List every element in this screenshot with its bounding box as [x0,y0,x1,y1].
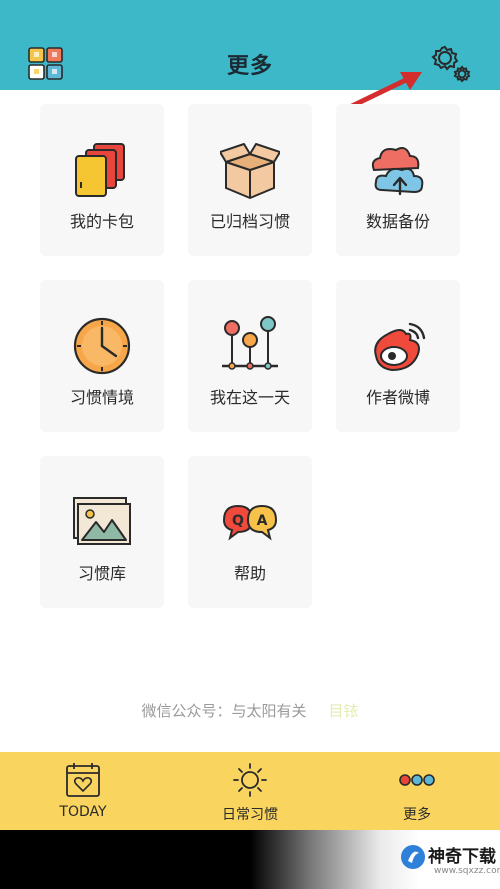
tab-label: 日常习惯 [222,807,278,823]
tile-habit-context[interactable]: 习惯情境 [40,280,164,432]
weibo-icon [374,322,426,372]
page-title: 更多 [226,54,273,79]
settings-button[interactable] [430,44,472,84]
faded-text: 目铱 [328,702,359,720]
more-dots-icon [399,774,435,786]
watermark-name: 神奇下载 [428,847,496,867]
tile-on-this-day[interactable]: 我在这一天 [188,280,312,432]
svg-text:Q: Q [232,513,244,529]
watermark-url: www.sqxzz.com [434,866,500,876]
tile-label: 作者微博 [365,388,430,407]
tile-label: 习惯库 [77,564,126,583]
tab-today[interactable]: TODAY [0,752,166,830]
tile-archived-habits[interactable]: 已归档习惯 [188,104,312,256]
clock-icon [73,317,131,375]
card-wallet-icon [75,143,125,197]
tile-habit-library[interactable]: 习惯库 [40,456,164,608]
tab-more[interactable]: 更多 [334,752,500,830]
tile-label: 我在这一天 [209,388,290,407]
tile-data-backup[interactable]: 数据备份 [336,104,460,256]
svg-text:A: A [257,513,268,529]
cloud-backup-icon [371,147,424,196]
tile-label: 习惯情境 [69,388,134,407]
timeline-pins-icon [222,316,278,370]
tab-label: 更多 [403,807,431,823]
tab-label: TODAY [59,804,107,820]
tab-daily-habits[interactable]: 日常习惯 [167,752,333,830]
bottom-tab-bar: TODAY 日常习惯 更多 [0,752,500,830]
watermark: 神奇下载 www.sqxzz.com [398,836,500,884]
calendar-heart-icon [66,763,100,797]
qa-bubbles-icon: Q A [222,504,278,541]
tile-card-wallet[interactable]: 我的卡包 [40,104,164,256]
tile-author-weibo[interactable]: 作者微博 [336,280,460,432]
sun-icon [233,763,267,797]
tile-help[interactable]: Q A 帮助 [188,456,312,608]
archive-box-icon [220,143,280,199]
picture-gallery-icon [73,497,131,545]
tile-label: 帮助 [233,564,266,583]
tile-label: 我的卡包 [69,212,134,231]
watermark-logo-icon [401,845,425,869]
tile-label: 数据备份 [365,212,430,231]
wechat-label: 微信公众号：与太阳有关 [141,702,307,720]
settings-gear-icon [431,45,471,83]
wechat-account-text: 微信公众号：与太阳有关 目铱 [0,700,500,721]
tile-label: 已归档习惯 [209,212,290,231]
